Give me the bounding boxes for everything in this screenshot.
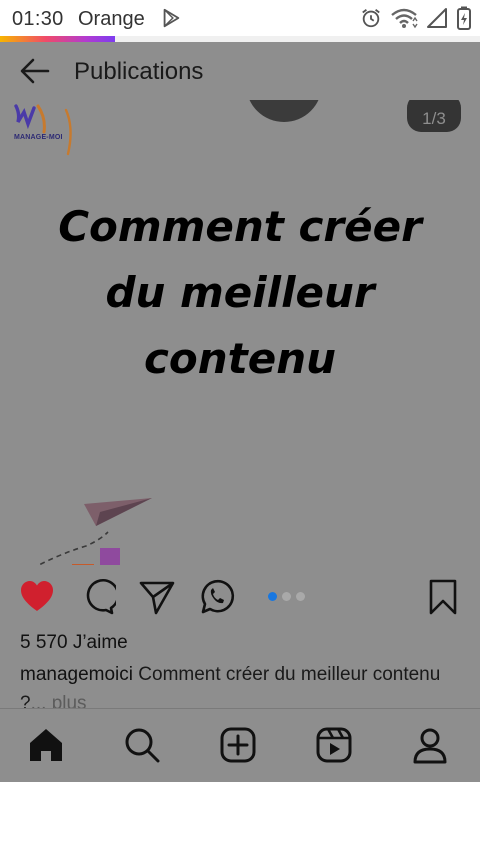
carousel-indicator — [268, 592, 305, 601]
bookmark-icon[interactable] — [424, 578, 462, 616]
heart-filled-icon[interactable] — [18, 578, 56, 616]
battery-icon — [457, 6, 471, 30]
author-avatar — [246, 100, 322, 122]
brand-logo-text: MANAGE-MOI — [14, 134, 63, 141]
brand-logo — [14, 104, 72, 156]
growth-illustration — [37, 498, 152, 565]
app-screen: Publications MANAGE-MOI 1/3 Comment crée… — [0, 42, 480, 782]
carousel-dot — [282, 592, 291, 601]
status-bar: 01:30 Orange — [0, 0, 480, 36]
reels-icon[interactable] — [314, 725, 354, 765]
page-counter: 1/3 — [407, 100, 461, 132]
chart-bar — [72, 564, 94, 565]
caption-username[interactable]: managemoici — [20, 664, 133, 685]
alarm-icon — [362, 9, 380, 28]
post-headline-line: du meilleur — [105, 268, 375, 317]
profile-icon[interactable] — [410, 725, 450, 765]
comment-icon[interactable] — [78, 578, 116, 616]
post-headline-line: contenu — [143, 334, 336, 383]
post-headline: Comment créer du meilleur contenu — [10, 194, 470, 392]
status-icons — [360, 6, 472, 30]
bottom-nav — [0, 709, 480, 782]
create-icon[interactable] — [218, 725, 258, 765]
whatsapp-icon[interactable] — [198, 578, 236, 616]
signal-icon — [427, 8, 447, 28]
home-icon[interactable] — [26, 725, 66, 765]
wifi-icon — [391, 8, 418, 29]
post-actions — [0, 572, 480, 622]
page-title: Publications — [74, 58, 204, 85]
status-time: 01:30 — [12, 8, 64, 30]
post-image[interactable]: MANAGE-MOI 1/3 Comment créer du meilleur… — [0, 100, 480, 565]
search-icon[interactable] — [122, 725, 162, 765]
chart-bar — [100, 548, 120, 565]
like-count[interactable]: 5 570 J’aime — [20, 632, 128, 654]
status-carrier: Orange — [78, 8, 145, 30]
carousel-dot — [268, 592, 277, 601]
post-headline-line: Comment créer — [58, 202, 422, 251]
play-store-icon — [163, 8, 180, 28]
header: Publications — [0, 42, 480, 100]
arrow-left-icon[interactable] — [18, 54, 52, 88]
send-icon[interactable] — [138, 578, 176, 616]
carousel-dot — [296, 592, 305, 601]
